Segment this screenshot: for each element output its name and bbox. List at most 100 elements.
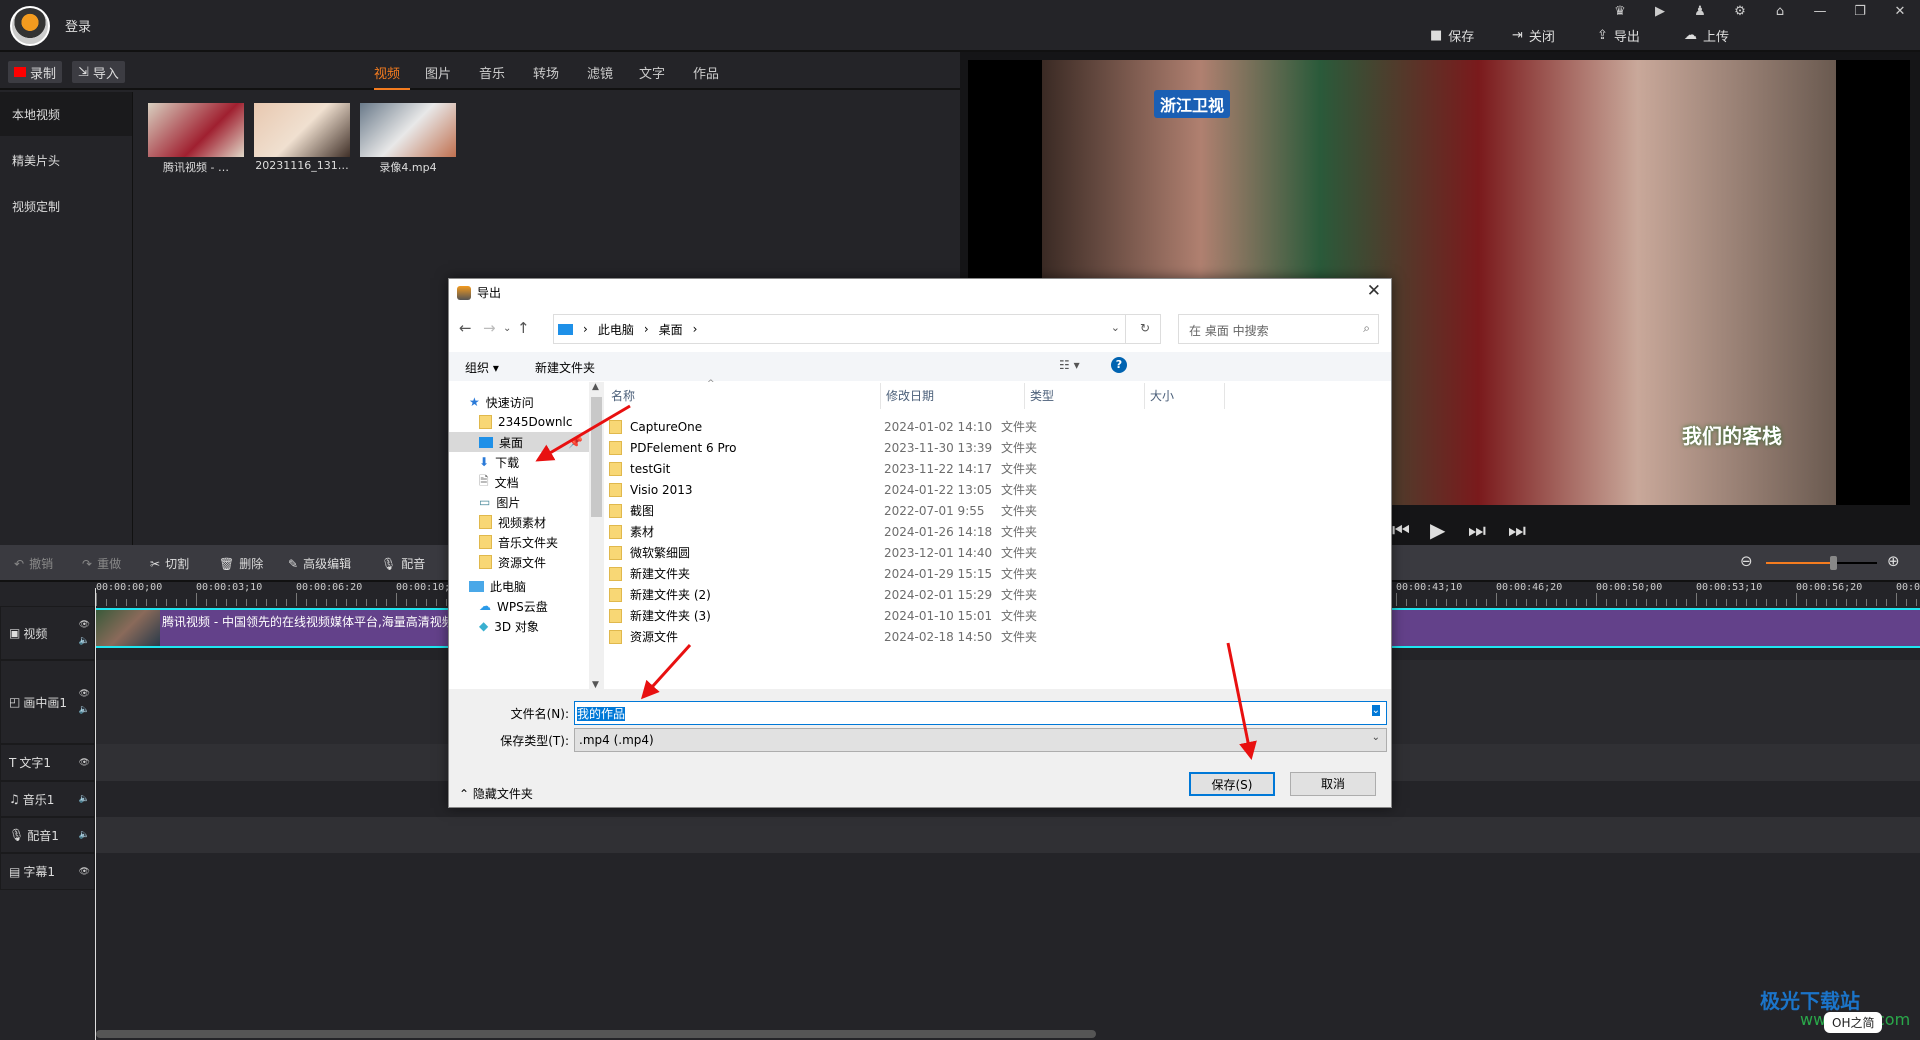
chevron-down-icon[interactable]: ⌄ — [1372, 732, 1380, 743]
undo-button[interactable]: ↶ 撤销 — [14, 555, 53, 572]
gear-icon[interactable]: ⚙ — [1728, 4, 1752, 20]
column-size[interactable]: 大小 — [1150, 387, 1174, 413]
speaker-icon[interactable]: 🔈 — [79, 705, 90, 715]
cut-button[interactable]: ✂ 切割 — [150, 555, 189, 572]
hide-folders-toggle[interactable]: ⌃ 隐藏文件夹 — [459, 785, 533, 802]
chevron-down-icon[interactable]: ⌄ — [1371, 705, 1380, 716]
file-row[interactable]: 新建文件夹 (3) 2024-01-10 15:01 文件夹 — [609, 605, 1209, 626]
nav-pictures[interactable]: ▭ 图片 — [449, 492, 589, 512]
eye-icon[interactable]: 👁 — [79, 620, 90, 630]
organize-menu[interactable]: 组织 ▾ — [465, 359, 499, 376]
home-icon[interactable]: ⌂ — [1768, 4, 1792, 20]
view-options-icon[interactable]: ☷ ▾ — [1059, 358, 1080, 372]
zoom-out-icon[interactable]: ⊖ — [1740, 552, 1753, 570]
advanced-edit-button[interactable]: ✎ 高级编辑 — [288, 555, 351, 572]
sidebar-item-local-video[interactable]: 本地视频 — [0, 92, 132, 136]
nav-desktop[interactable]: 桌面 📌 — [449, 432, 589, 452]
save-button[interactable]: 保存(S) — [1189, 772, 1275, 796]
media-thumbnail[interactable] — [360, 103, 456, 157]
file-row[interactable]: Visio 2013 2024-01-22 13:05 文件夹 — [609, 479, 1209, 500]
nav-item[interactable]: 音乐文件夹 — [449, 532, 589, 552]
speaker-icon[interactable]: 🔈 — [79, 830, 90, 840]
nav-3d-objects[interactable]: ◆ 3D 对象 — [449, 616, 589, 636]
vip-icon[interactable]: ♛ — [1608, 4, 1632, 20]
zoom-slider[interactable] — [1766, 556, 1877, 570]
upload-button[interactable]: ☁ 上传 — [1684, 26, 1729, 45]
file-row[interactable]: CaptureOne 2024-01-02 14:10 文件夹 — [609, 416, 1209, 437]
zoom-slider-handle[interactable] — [1829, 556, 1837, 570]
eye-icon[interactable]: 👁 — [79, 867, 90, 877]
export-button[interactable]: ⇪ 导出 — [1597, 26, 1640, 45]
up-icon[interactable]: ↑ — [517, 319, 530, 337]
tab-transition[interactable]: 转场 — [533, 63, 559, 82]
timeline-scrollbar[interactable] — [96, 1030, 1096, 1038]
tab-filter[interactable]: 滤镜 — [587, 63, 613, 82]
record-button[interactable]: 录制 — [8, 61, 63, 83]
nav-downloads[interactable]: ⬇ 下载 — [449, 452, 589, 472]
minimize-icon[interactable]: — — [1808, 4, 1832, 20]
login-link[interactable]: 登录 — [65, 16, 91, 35]
new-folder-button[interactable]: 新建文件夹 — [535, 359, 595, 376]
nav-wps-cloud[interactable]: ☁ WPS云盘 — [449, 596, 589, 616]
close-icon[interactable]: ✕ — [1888, 4, 1912, 20]
scroll-up-icon[interactable]: ▲ — [592, 382, 599, 392]
nav-item[interactable]: 资源文件 — [449, 552, 589, 572]
import-button[interactable]: ⇲ 导入 — [72, 61, 125, 83]
eye-icon[interactable]: 👁 — [79, 689, 90, 699]
breadcrumb-desktop[interactable]: 桌面 — [659, 321, 683, 338]
cancel-button[interactable]: 取消 — [1290, 772, 1376, 796]
file-row[interactable]: 新建文件夹 (2) 2024-02-01 15:29 文件夹 — [609, 584, 1209, 605]
nav-item[interactable]: 视频素材 — [449, 512, 589, 532]
tab-video[interactable]: 视频 — [374, 63, 400, 82]
playhead[interactable] — [95, 588, 96, 1040]
back-icon[interactable]: ← — [459, 319, 472, 337]
file-row[interactable]: 截图 2022-07-01 9:55 文件夹 — [609, 500, 1209, 521]
nav-item[interactable]: 2345Downlc — [449, 412, 589, 432]
nav-quick-access[interactable]: ★ 快速访问 — [449, 392, 589, 412]
eye-icon[interactable]: 👁 — [79, 758, 90, 768]
speaker-icon[interactable]: 🔈 — [79, 636, 90, 646]
end-icon[interactable]: ⏭ — [1508, 518, 1526, 542]
prev-frame-icon[interactable]: ⏮ — [1392, 518, 1410, 542]
tab-image[interactable]: 图片 — [425, 63, 451, 82]
play-icon[interactable]: ▶ — [1430, 518, 1445, 542]
column-type[interactable]: 类型 — [1030, 387, 1054, 413]
nav-this-pc[interactable]: 此电脑 — [449, 576, 589, 596]
help-icon[interactable]: ? — [1111, 357, 1127, 373]
next-frame-icon[interactable]: ⏭ — [1468, 518, 1486, 542]
tab-works[interactable]: 作品 — [693, 63, 719, 82]
nav-documents[interactable]: 🗎 文档 — [449, 472, 589, 492]
media-thumbnail[interactable] — [148, 103, 244, 157]
zoom-in-icon[interactable]: ⊕ — [1887, 552, 1900, 570]
speaker-icon[interactable]: 🔈 — [79, 794, 90, 804]
address-bar[interactable]: › 此电脑 › 桌面 › ⌄ ↻ — [553, 314, 1161, 344]
file-row[interactable]: testGit 2023-11-22 14:17 文件夹 — [609, 458, 1209, 479]
file-row[interactable]: 新建文件夹 2024-01-29 15:15 文件夹 — [609, 563, 1209, 584]
delete-button[interactable]: 🗑 删除 — [219, 555, 263, 572]
close-icon[interactable]: ✕ — [1367, 281, 1381, 301]
column-name[interactable]: 名称 — [611, 387, 635, 413]
sidebar-item-custom[interactable]: 视频定制 — [0, 184, 132, 228]
close-project-button[interactable]: ⇥ 关闭 — [1512, 26, 1555, 45]
search-input[interactable]: 在 桌面 中搜索 ⌕ — [1178, 314, 1379, 344]
forward-icon[interactable]: → — [483, 319, 496, 337]
tv-icon[interactable]: ▶ — [1648, 4, 1672, 20]
recent-dropdown-icon[interactable]: ⌄ — [503, 323, 511, 334]
filetype-select[interactable]: .mp4 (.mp4) ⌄ — [574, 728, 1387, 752]
nav-scrollbar-thumb[interactable] — [591, 397, 602, 517]
file-row[interactable]: 资源文件 2024-02-18 14:50 文件夹 — [609, 626, 1209, 647]
save-button[interactable]: ■ 保存 — [1430, 26, 1474, 45]
tab-music[interactable]: 音乐 — [479, 63, 505, 82]
file-row[interactable]: 微软繁细圆 2023-12-01 14:40 文件夹 — [609, 542, 1209, 563]
column-date[interactable]: 修改日期 — [886, 387, 934, 413]
file-row[interactable]: 素材 2024-01-26 14:18 文件夹 — [609, 521, 1209, 542]
dubbing-button[interactable]: 🎙 配音 — [381, 555, 425, 572]
address-dropdown-icon[interactable]: ⌄ — [1111, 321, 1120, 334]
qq-icon[interactable]: ♟ — [1688, 4, 1712, 20]
restore-icon[interactable]: ❐ — [1848, 4, 1872, 20]
tab-text[interactable]: 文字 — [639, 63, 665, 82]
filename-input[interactable]: 我的作品 ⌄ — [574, 701, 1387, 725]
file-row[interactable]: PDFelement 6 Pro 2023-11-30 13:39 文件夹 — [609, 437, 1209, 458]
refresh-icon[interactable]: ↻ — [1140, 321, 1150, 335]
media-thumbnail[interactable] — [254, 103, 350, 157]
